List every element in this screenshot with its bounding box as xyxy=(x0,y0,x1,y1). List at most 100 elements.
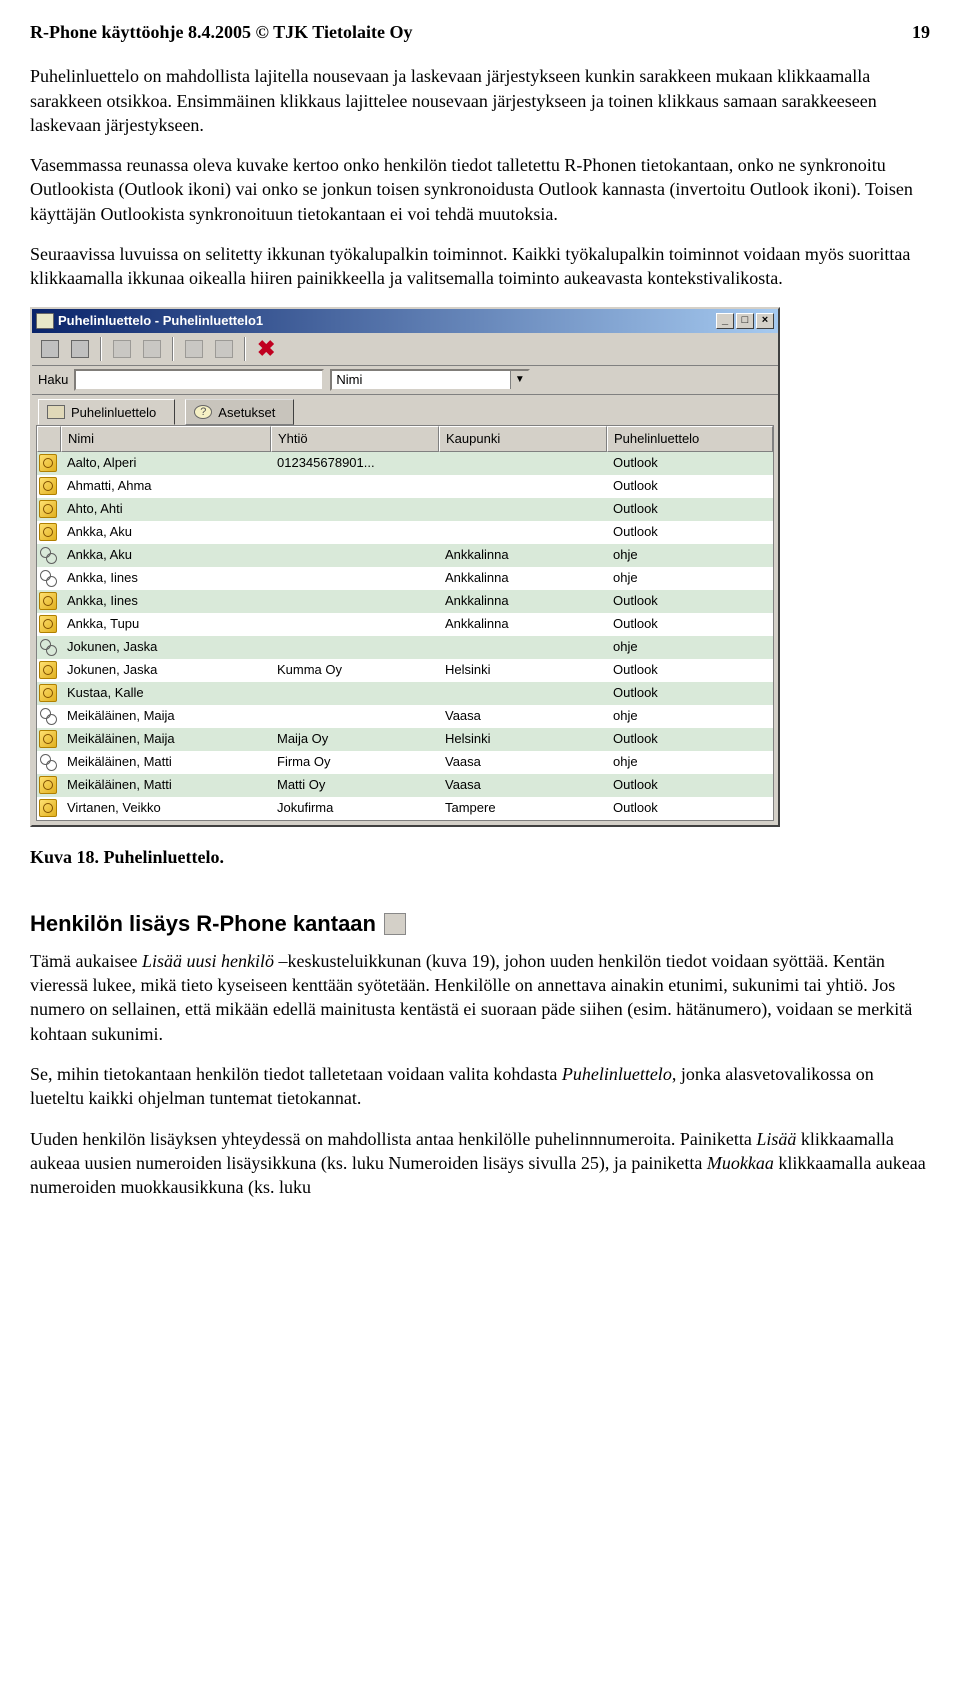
cell-city: Vaasa xyxy=(439,705,607,728)
titlebar[interactable]: Puhelinluettelo - Puhelinluettelo1 _ □ × xyxy=(32,309,778,333)
table-row[interactable]: Meikäläinen, MattiFirma OyVaasaohje xyxy=(37,751,773,774)
emphasis: Puhelinluettelo xyxy=(562,1064,672,1084)
row-source-icon xyxy=(37,659,61,682)
cell-company xyxy=(271,475,439,498)
cell-book: Outlook xyxy=(607,521,773,544)
text: Uuden henkilön lisäyksen yhteydessä on m… xyxy=(30,1129,756,1149)
cell-name: Jokunen, Jaska xyxy=(61,659,271,682)
col-city[interactable]: Kaupunki xyxy=(439,426,607,452)
tab-phonebook[interactable]: Puhelinluettelo xyxy=(38,399,175,426)
search-bar: Haku Nimi ▼ xyxy=(32,366,778,395)
cell-city xyxy=(439,498,607,521)
window-title: Puhelinluettelo - Puhelinluettelo1 xyxy=(58,312,716,330)
cell-city xyxy=(439,521,607,544)
cell-book: Outlook xyxy=(607,728,773,751)
table-row[interactable]: Virtanen, VeikkoJokufirmaTampereOutlook xyxy=(37,797,773,820)
close-button[interactable]: × xyxy=(756,313,774,329)
cell-name: Jokunen, Jaska xyxy=(61,636,271,659)
emphasis: Muokkaa xyxy=(707,1153,774,1173)
cell-name: Meikäläinen, Matti xyxy=(61,774,271,797)
col-icon[interactable] xyxy=(37,426,61,452)
cell-company xyxy=(271,498,439,521)
tool-delete[interactable]: ✖ xyxy=(252,336,280,362)
paragraph-3: Seuraavissa luvuissa on selitetty ikkuna… xyxy=(30,242,930,291)
book-icon xyxy=(47,405,65,419)
table-row[interactable]: Aalto, Alperi012345678901...Outlook xyxy=(37,452,773,475)
maximize-button[interactable]: □ xyxy=(736,313,754,329)
tool-add-outlook[interactable] xyxy=(66,336,94,362)
outlook-icon xyxy=(39,592,57,610)
cell-city: Tampere xyxy=(439,797,607,820)
outlook-plus-icon xyxy=(71,340,89,358)
tool-edit[interactable] xyxy=(180,336,208,362)
table-row[interactable]: Jokunen, JaskaKumma OyHelsinkiOutlook xyxy=(37,659,773,682)
table-row[interactable]: Ankka, AkuOutlook xyxy=(37,521,773,544)
page-header: R-Phone käyttöohje 8.4.2005 © TJK Tietol… xyxy=(30,20,930,44)
card-icon xyxy=(143,340,161,358)
cell-city xyxy=(439,475,607,498)
tool-call[interactable] xyxy=(108,336,136,362)
col-book[interactable]: Puhelinluettelo xyxy=(607,426,773,452)
table-row[interactable]: Ankka, TupuAnkkalinnaOutlook xyxy=(37,613,773,636)
row-source-icon xyxy=(37,705,61,728)
table-row[interactable]: Kustaa, KalleOutlook xyxy=(37,682,773,705)
paragraph-4: Tämä aukaisee Lisää uusi henkilö –keskus… xyxy=(30,949,930,1046)
tool-numbers[interactable] xyxy=(210,336,238,362)
paragraph-1: Puhelinluettelo on mahdollista lajitella… xyxy=(30,64,930,137)
row-source-icon xyxy=(37,728,61,751)
outlook-icon xyxy=(39,615,57,633)
cell-name: Ankka, Aku xyxy=(61,544,271,567)
sync-icon xyxy=(39,638,57,656)
search-input[interactable] xyxy=(74,369,324,391)
question-icon: ? xyxy=(194,405,212,419)
table-row[interactable]: Ahto, AhtiOutlook xyxy=(37,498,773,521)
cell-book: Outlook xyxy=(607,659,773,682)
app-window: Puhelinluettelo - Puhelinluettelo1 _ □ ×… xyxy=(30,307,780,827)
cell-name: Ankka, Iines xyxy=(61,567,271,590)
cell-book: ohje xyxy=(607,567,773,590)
table-row[interactable]: Meikäläinen, MaijaVaasaohje xyxy=(37,705,773,728)
cell-city: Vaasa xyxy=(439,774,607,797)
cell-name: Kustaa, Kalle xyxy=(61,682,271,705)
cell-company: Maija Oy xyxy=(271,728,439,751)
tab-label: Asetukset xyxy=(218,404,275,422)
row-source-icon xyxy=(37,751,61,774)
tool-card[interactable] xyxy=(138,336,166,362)
table-row[interactable]: Meikäläinen, MaijaMaija OyHelsinkiOutloo… xyxy=(37,728,773,751)
table-row[interactable]: Ankka, AkuAnkkalinnaohje xyxy=(37,544,773,567)
cell-book: ohje xyxy=(607,544,773,567)
combo-value: Nimi xyxy=(336,371,362,389)
cell-company xyxy=(271,636,439,659)
search-field-combo[interactable]: Nimi ▼ xyxy=(330,369,530,391)
row-source-icon xyxy=(37,797,61,820)
row-source-icon xyxy=(37,590,61,613)
page-number: 19 xyxy=(912,20,930,44)
cell-city: Helsinki xyxy=(439,659,607,682)
tool-add-person[interactable] xyxy=(36,336,64,362)
table-row[interactable]: Ankka, IinesAnkkalinnaOutlook xyxy=(37,590,773,613)
row-source-icon xyxy=(37,475,61,498)
row-source-icon xyxy=(37,452,61,475)
toolbar: ✖ xyxy=(32,333,778,366)
table-row[interactable]: Ankka, IinesAnkkalinnaohje xyxy=(37,567,773,590)
cell-book: ohje xyxy=(607,705,773,728)
tab-settings[interactable]: ? Asetukset xyxy=(185,399,294,426)
cell-city xyxy=(439,452,607,475)
cell-name: Ahmatti, Ahma xyxy=(61,475,271,498)
figure-caption: Kuva 18. Puhelinluettelo. xyxy=(30,845,930,869)
table-row[interactable]: Ahmatti, AhmaOutlook xyxy=(37,475,773,498)
paragraph-2: Vasemmassa reunassa oleva kuvake kertoo … xyxy=(30,153,930,226)
cell-company xyxy=(271,567,439,590)
outlook-icon xyxy=(39,477,57,495)
row-source-icon xyxy=(37,567,61,590)
minimize-button[interactable]: _ xyxy=(716,313,734,329)
col-name[interactable]: Nimi xyxy=(61,426,271,452)
table-row[interactable]: Jokunen, Jaskaohje xyxy=(37,636,773,659)
cell-name: Ahto, Ahti xyxy=(61,498,271,521)
col-company[interactable]: Yhtiö xyxy=(271,426,439,452)
cell-city: Ankkalinna xyxy=(439,613,607,636)
sync-icon xyxy=(39,707,57,725)
table-row[interactable]: Meikäläinen, MattiMatti OyVaasaOutlook xyxy=(37,774,773,797)
cell-book: Outlook xyxy=(607,774,773,797)
chevron-down-icon: ▼ xyxy=(510,371,528,389)
